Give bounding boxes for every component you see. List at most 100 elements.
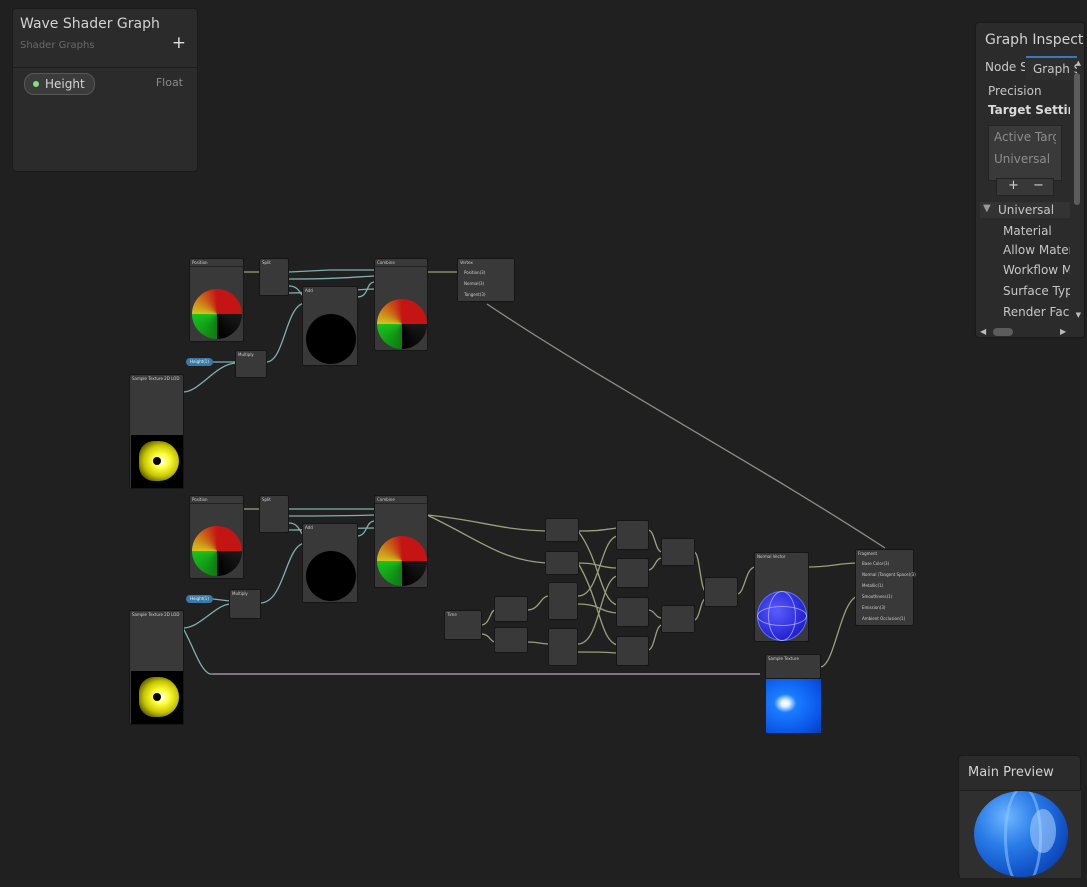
setting-surface-type[interactable]: Surface Type — [1003, 284, 1070, 298]
graph-node[interactable] — [545, 518, 579, 542]
wire — [647, 609, 663, 619]
height-property-node-1[interactable]: Height(1) — [186, 358, 213, 366]
list-add-button[interactable]: + — [1008, 178, 1019, 193]
sample-texture-lod-node-1[interactable]: Sample Texture 2D LOD — [129, 374, 184, 489]
add-node-1[interactable]: Add — [302, 286, 358, 366]
node-preview — [377, 536, 427, 586]
graph-node[interactable] — [545, 551, 579, 575]
wire — [212, 598, 231, 602]
inspector-title: Graph Inspector — [985, 32, 1084, 48]
wire — [480, 609, 496, 626]
tab-node-settings[interactable]: Node Settings — [985, 56, 1025, 78]
split-node-1[interactable]: Split — [259, 258, 289, 296]
universal-foldout-label: Universal — [998, 203, 1055, 217]
setting-workflow-mode[interactable]: Workflow Mode — [1003, 263, 1070, 277]
property-pill-height[interactable]: Height — [24, 73, 95, 95]
fragment-port-metallic[interactable]: Metallic(1) — [862, 583, 883, 588]
graph-node[interactable] — [548, 582, 578, 620]
precision-label: Precision — [988, 84, 1042, 98]
node-title: Combine — [377, 260, 395, 265]
position-node-1[interactable]: Position — [189, 258, 244, 342]
vertex-port-position[interactable]: Position(3) — [464, 270, 485, 275]
graph-node[interactable] — [494, 596, 528, 622]
node-title: Sample Texture — [768, 656, 799, 661]
node-title: Position — [192, 260, 208, 265]
graph-node[interactable] — [616, 597, 649, 627]
preview-sphere — [974, 791, 1068, 877]
add-node-2[interactable]: Add — [302, 523, 358, 603]
vertical-scrollbar-thumb[interactable] — [1074, 73, 1080, 205]
main-preview-viewport[interactable] — [960, 790, 1081, 878]
graph-node[interactable] — [661, 538, 695, 566]
graph-node[interactable] — [494, 627, 528, 653]
sample-texture-preview — [766, 679, 821, 733]
scroll-down-arrow-icon[interactable]: ▼ — [1076, 311, 1081, 319]
wire — [736, 566, 756, 595]
multiply-node-2[interactable]: Multiply — [229, 589, 261, 619]
horizontal-scrollbar-thumb[interactable] — [993, 328, 1013, 336]
sample-texture-node[interactable]: Sample Texture — [765, 654, 821, 679]
property-name: Height — [45, 77, 85, 91]
main-preview-panel[interactable]: Main Preview — [958, 755, 1081, 878]
node-title: Split — [262, 260, 271, 265]
scroll-left-arrow-icon[interactable]: ◀ — [980, 327, 986, 336]
fragment-port-smoothness[interactable]: Smoothness(1) — [862, 594, 892, 599]
node-preview — [192, 526, 242, 576]
node-preview — [306, 314, 356, 364]
node-title: Position — [192, 497, 208, 502]
inspector-tabs: Node Settings Graph Settings — [976, 56, 1084, 80]
combine-node-1[interactable]: Combine — [374, 258, 428, 351]
graph-node[interactable] — [616, 520, 649, 550]
node-title: Add — [305, 525, 313, 530]
scroll-right-arrow-icon[interactable]: ▶ — [1060, 327, 1066, 336]
vertex-port-normal[interactable]: Normal(3) — [464, 281, 484, 286]
setting-allow-material-override[interactable]: Allow Material Override — [1003, 243, 1070, 257]
wire — [288, 514, 376, 517]
fragment-master-node[interactable]: Fragment Base Color(3) Normal (Tangent S… — [855, 549, 916, 626]
fragment-port-normal[interactable]: Normal (Tangent Space)(3) — [862, 572, 916, 577]
active-target-item[interactable]: Universal — [994, 152, 1056, 166]
fragment-port-base-color[interactable]: Base Color(3) — [862, 561, 889, 566]
tab-graph-settings[interactable]: Graph Settings — [1026, 56, 1077, 80]
target-settings-label: Target Settings — [988, 103, 1070, 117]
graph-node[interactable] — [661, 605, 695, 633]
fragment-port-emission[interactable]: Emission(3) — [862, 605, 885, 610]
active-targets-header: Active Targets — [994, 130, 1056, 144]
time-node[interactable]: Time — [444, 610, 482, 640]
height-property-node-2[interactable]: Height(1) — [186, 595, 213, 603]
node-preview — [192, 289, 242, 339]
normal-vector-node[interactable]: Normal Vector — [754, 552, 809, 642]
graph-node[interactable] — [548, 628, 578, 666]
vertex-port-tangent[interactable]: Tangent(3) — [464, 292, 486, 297]
add-property-icon[interactable]: + — [172, 35, 186, 52]
node-title: Split — [262, 497, 271, 502]
graph-node[interactable] — [616, 558, 649, 588]
graph-node[interactable] — [704, 577, 738, 607]
setting-material[interactable]: Material — [1003, 224, 1052, 238]
wire — [182, 603, 231, 629]
inspector-body: Precision Target Settings Active Targets… — [976, 80, 1070, 320]
setting-render-face[interactable]: Render Face — [1003, 305, 1070, 319]
node-title: Multiply — [238, 352, 254, 357]
node-preview — [131, 435, 183, 488]
scroll-up-arrow-icon[interactable]: ▲ — [1076, 59, 1081, 67]
fragment-port-ambient-occlusion[interactable]: Ambient Occlusion(1) — [862, 616, 905, 621]
position-node-2[interactable]: Position — [189, 495, 244, 579]
graph-node[interactable] — [616, 636, 649, 666]
wire — [288, 269, 375, 273]
wire — [526, 595, 550, 611]
list-remove-button[interactable]: − — [1033, 178, 1044, 193]
wire — [647, 624, 663, 651]
multiply-node-1[interactable]: Multiply — [235, 350, 267, 378]
vertex-master-node[interactable]: Vertex Position(3) Normal(3) Tangent(3) — [457, 258, 515, 302]
sample-texture-lod-node-2[interactable]: Sample Texture 2D LOD — [129, 610, 184, 725]
combine-node-2[interactable]: Combine — [374, 495, 428, 588]
foldout-arrow-icon[interactable]: ▼ — [983, 203, 991, 214]
split-node-2[interactable]: Split — [259, 495, 289, 533]
wire — [647, 557, 663, 571]
universal-foldout[interactable]: ▼ Universal — [980, 202, 1070, 218]
active-targets-list[interactable]: Active Targets Universal — [988, 125, 1062, 181]
blackboard-panel[interactable]: Wave Shader Graph Shader Graphs + Height… — [12, 8, 198, 172]
graph-inspector-panel[interactable]: Graph Inspector Node Settings Graph Sett… — [975, 22, 1085, 338]
list-buttons: + − — [996, 178, 1054, 196]
